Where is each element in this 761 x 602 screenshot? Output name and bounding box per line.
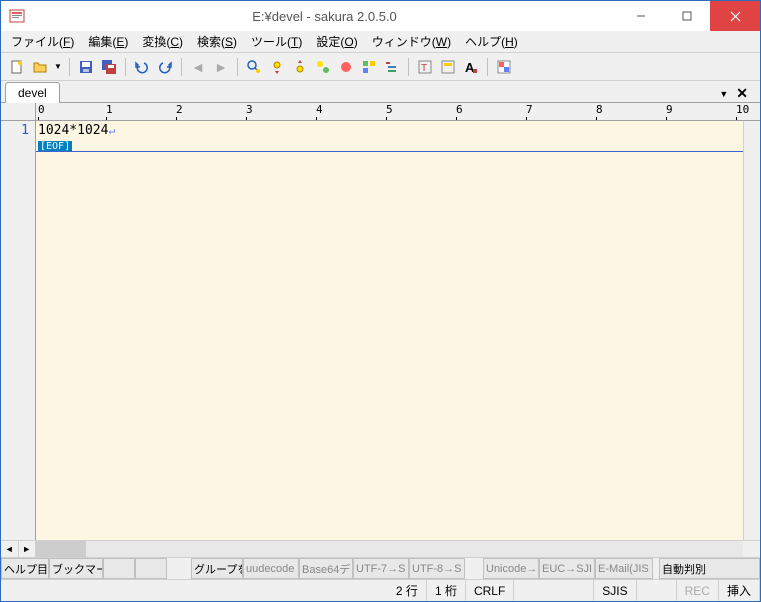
undo-icon[interactable] [132,57,152,77]
func-f5[interactable]: グループを [191,558,243,579]
crlf-mark: ↵ [108,124,115,137]
status-insert-mode[interactable]: 挿入 [719,580,760,601]
window-title: E:¥devel - sakura 2.0.5.0 [31,9,618,24]
func-f2[interactable]: ブックマー [49,558,103,579]
type-icon[interactable]: T [415,57,435,77]
common-icon[interactable] [438,57,458,77]
func-f7[interactable]: Base64デ [299,558,353,579]
search-icon[interactable] [244,57,264,77]
maximize-button[interactable] [664,1,710,31]
svg-text:T: T [421,63,427,74]
app-icon [9,8,25,24]
scroll-right-icon[interactable]: ► [19,541,37,557]
search-prev-icon[interactable] [290,57,310,77]
open-dropdown-icon[interactable]: ▼ [53,57,63,77]
color-icon[interactable] [494,57,514,77]
toolbar: ▼ ◄ ► T A [1,53,760,81]
tab-active[interactable]: devel [5,82,60,103]
grep-icon[interactable] [359,57,379,77]
scrollbar-thumb[interactable] [36,541,86,557]
horizontal-scrollbar[interactable] [36,541,743,557]
menu-edit[interactable]: 編集(E) [82,31,134,52]
function-key-bar: ヘルプ目 ブックマー グループを uudecode Base64デ UTF-7→… [1,557,760,579]
back-icon[interactable]: ◄ [188,57,208,77]
line-number: 1 [1,123,29,138]
scroll-left-icon[interactable]: ◄ [1,541,19,557]
statusbar: 2 行 1 桁 CRLF SJIS REC 挿入 [1,579,760,601]
replace-icon[interactable] [313,57,333,77]
minimize-button[interactable] [618,1,664,31]
editor-content: 1024*1024 [38,123,108,138]
menu-setting[interactable]: 設定(O) [310,31,363,52]
menu-convert[interactable]: 変換(C) [136,31,189,52]
menu-help[interactable]: ヘルプ(H) [459,31,524,52]
tabbar: devel ▼ ✕ [1,81,760,103]
font-icon[interactable]: A [461,57,481,77]
func-f3[interactable] [103,558,135,579]
func-f12[interactable]: E-Mail(JIS [595,558,653,579]
func-f8[interactable]: UTF-7→S [353,558,409,579]
func-f10[interactable]: Unicode→ [483,558,539,579]
close-button[interactable] [710,1,760,31]
status-encoding: SJIS [594,580,636,601]
redo-icon[interactable] [155,57,175,77]
horizontal-scroll-row: ◄ ► [1,540,760,557]
open-file-icon[interactable] [30,57,50,77]
func-f13[interactable]: 自動判別 [659,558,760,579]
save-icon[interactable] [76,57,96,77]
new-file-icon[interactable] [7,57,27,77]
titlebar: E:¥devel - sakura 2.0.5.0 [1,1,760,31]
menu-window[interactable]: ウィンドウ(W) [366,31,457,52]
tab-dropdown-icon[interactable]: ▼ [717,87,730,101]
window-buttons [618,1,760,31]
menu-search[interactable]: 検索(S) [191,31,243,52]
text-area[interactable]: 1024*1024↵ [EOF] [36,121,743,540]
ruler: 0 1 2 3 4 5 6 7 8 9 10 [1,103,760,121]
line-number-gutter: 1 [1,121,36,540]
menu-tool[interactable]: ツール(T) [245,31,308,52]
editor-area: 1 1024*1024↵ [EOF] [1,121,760,540]
func-f11[interactable]: EUC→SJI [539,558,595,579]
status-rec: REC [677,580,719,601]
search-next-icon[interactable] [267,57,287,77]
menu-file[interactable]: ファイル(F) [5,31,80,52]
func-f4[interactable] [135,558,167,579]
status-column: 1 桁 [427,580,466,601]
func-f6[interactable]: uudecode [243,558,299,579]
mark-icon[interactable] [336,57,356,77]
func-f9[interactable]: UTF-8→S [409,558,465,579]
save-all-icon[interactable] [99,57,119,77]
tab-close-icon[interactable]: ✕ [732,85,752,102]
menubar: ファイル(F) 編集(E) 変換(C) 検索(S) ツール(T) 設定(O) ウ… [1,31,760,53]
app-window: E:¥devel - sakura 2.0.5.0 ファイル(F) 編集(E) … [0,0,761,602]
func-f1[interactable]: ヘルプ目 [1,558,49,579]
ruler-ticks: 0 1 2 3 4 5 6 7 8 9 10 [36,103,760,120]
outline-icon[interactable] [382,57,402,77]
status-line: 2 行 [388,580,427,601]
status-eol: CRLF [466,580,514,601]
forward-icon[interactable]: ► [211,57,231,77]
vertical-scrollbar[interactable] [743,121,760,540]
